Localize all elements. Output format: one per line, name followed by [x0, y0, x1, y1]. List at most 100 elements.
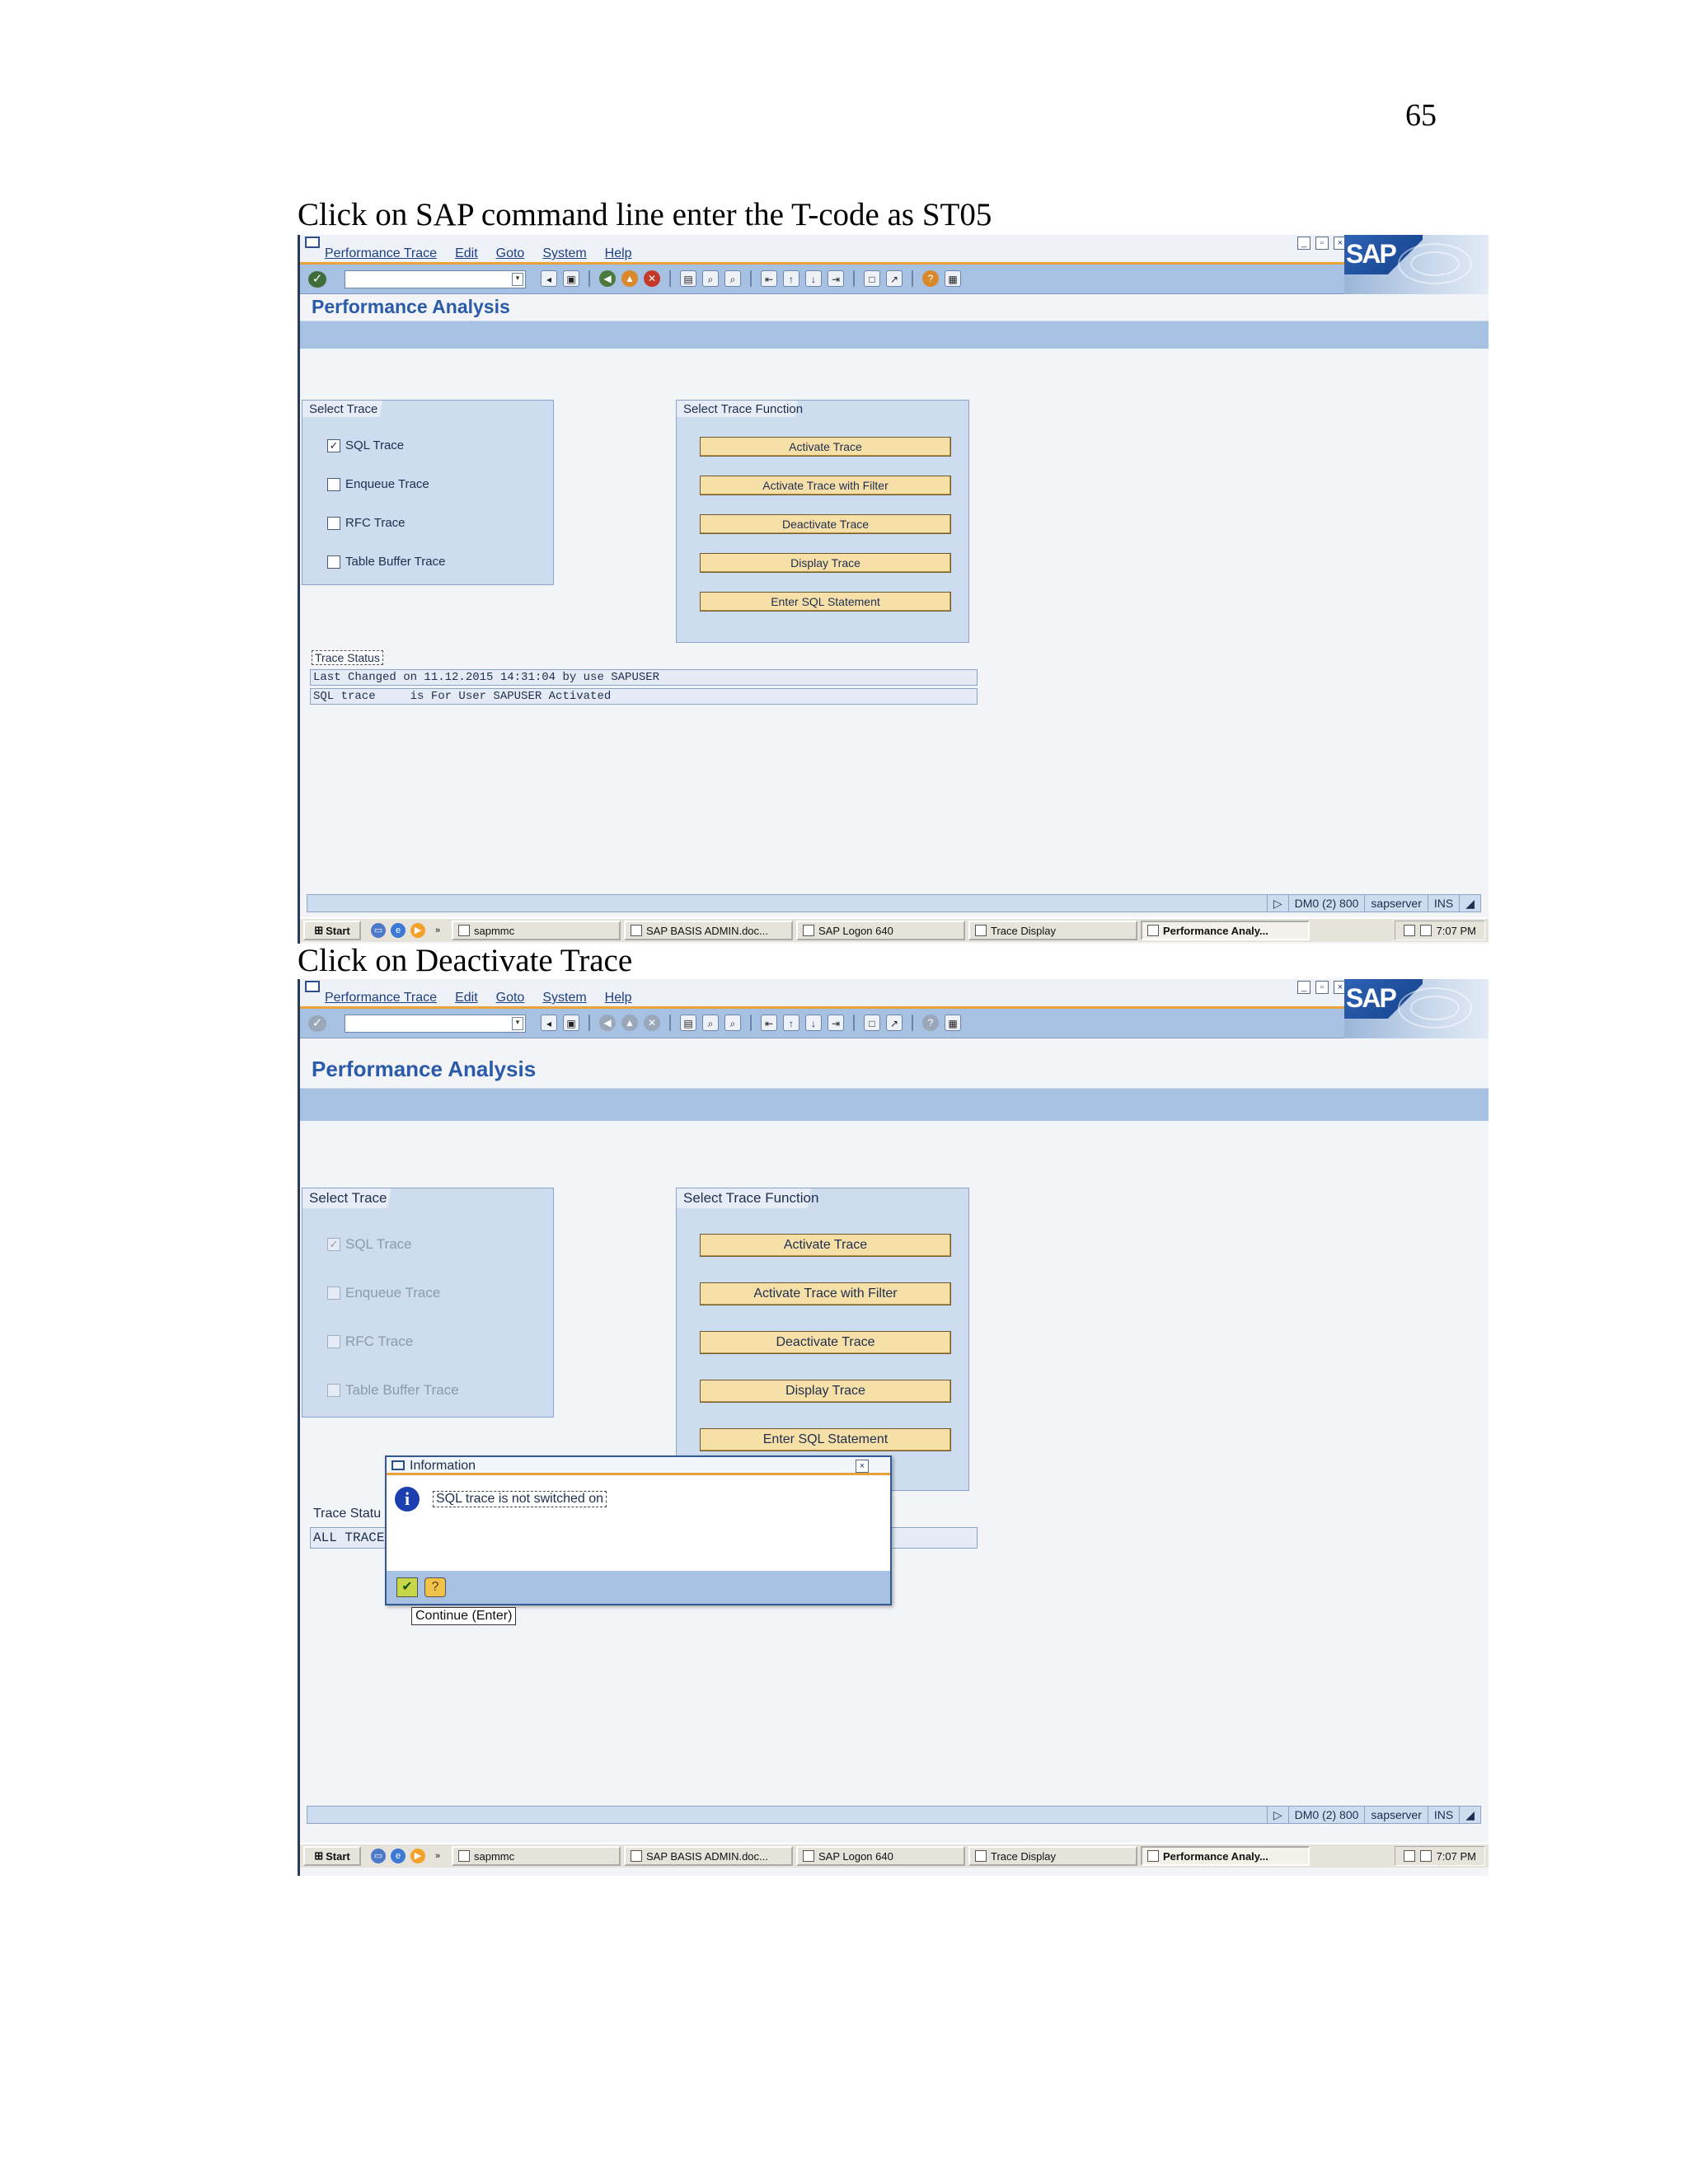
- help-icon[interactable]: ?: [424, 1577, 446, 1597]
- chevron-icon[interactable]: »: [430, 923, 445, 938]
- menu-help[interactable]: Help: [605, 246, 632, 261]
- expand-status-icon[interactable]: ▷: [1266, 1807, 1288, 1823]
- task-sapmmc[interactable]: sapmmc: [452, 921, 621, 940]
- media-player-icon[interactable]: ▶: [410, 923, 425, 938]
- menu-goto[interactable]: Goto: [496, 991, 525, 1005]
- close-icon[interactable]: ×: [856, 1460, 869, 1473]
- print-icon[interactable]: ▤: [680, 1015, 696, 1031]
- activate-trace-with-filter-button[interactable]: Activate Trace with Filter: [700, 1282, 951, 1305]
- find-icon[interactable]: ⌕: [702, 270, 719, 287]
- checkbox[interactable]: [327, 477, 340, 491]
- task-sapmmc[interactable]: sapmmc: [452, 1846, 621, 1866]
- command-field[interactable]: ▾: [345, 1015, 526, 1033]
- collapse-icon[interactable]: ◂: [541, 1015, 557, 1031]
- collapse-icon[interactable]: ◂: [541, 270, 557, 287]
- next-page-icon[interactable]: ↓: [805, 270, 822, 287]
- task-performance-analysis[interactable]: Performance Analy...: [1141, 921, 1310, 940]
- menu-system[interactable]: System: [542, 991, 586, 1005]
- create-session-icon[interactable]: □: [864, 1015, 880, 1031]
- task-word-doc[interactable]: SAP BASIS ADMIN.doc...: [624, 921, 793, 940]
- maximize-icon[interactable]: ▫: [1315, 237, 1329, 250]
- menu-system[interactable]: System: [542, 246, 586, 261]
- activate-trace-with-filter-button[interactable]: Activate Trace with Filter: [700, 476, 951, 495]
- menu-performance-trace[interactable]: Performance Trace: [325, 246, 437, 261]
- internet-explorer-icon[interactable]: e: [391, 1849, 406, 1863]
- menu-goto[interactable]: Goto: [496, 246, 525, 261]
- layout-menu-icon[interactable]: ▦: [945, 1015, 961, 1031]
- cancel-icon[interactable]: ✕: [644, 270, 660, 287]
- tray-icon[interactable]: [1403, 1850, 1415, 1862]
- activate-trace-button[interactable]: Activate Trace: [700, 437, 951, 457]
- checkbox[interactable]: ✓: [327, 438, 340, 452]
- network-icon[interactable]: [1419, 1850, 1432, 1862]
- help-icon[interactable]: ?: [922, 1015, 939, 1031]
- menu-performance-trace[interactable]: Performance Trace: [325, 991, 437, 1005]
- last-page-icon[interactable]: ⇥: [828, 1015, 844, 1031]
- previous-page-icon[interactable]: ↑: [783, 270, 799, 287]
- command-field[interactable]: ▾: [345, 270, 526, 288]
- expand-status-icon[interactable]: ▷: [1266, 895, 1288, 912]
- find-next-icon[interactable]: ⌕: [724, 270, 741, 287]
- exit-icon[interactable]: ▲: [621, 270, 638, 287]
- menu-help[interactable]: Help: [605, 991, 632, 1005]
- help-icon[interactable]: ?: [922, 270, 939, 287]
- start-button[interactable]: ⊞ Start: [303, 1846, 361, 1866]
- command-dropdown-icon[interactable]: ▾: [512, 1017, 523, 1030]
- window-icon[interactable]: [305, 237, 320, 248]
- start-button[interactable]: ⊞ Start: [303, 921, 361, 940]
- display-trace-button[interactable]: Display Trace: [700, 1380, 951, 1403]
- chevron-icon[interactable]: »: [430, 1849, 445, 1863]
- enter-sql-statement-button[interactable]: Enter SQL Statement: [700, 1428, 951, 1451]
- continue-button[interactable]: ✔: [396, 1577, 418, 1597]
- layout-menu-icon[interactable]: ▦: [945, 270, 961, 287]
- checkbox[interactable]: [327, 555, 340, 569]
- checkbox[interactable]: [327, 516, 340, 530]
- task-trace-display[interactable]: Trace Display: [968, 1846, 1137, 1866]
- enter-sql-statement-button[interactable]: Enter SQL Statement: [700, 592, 951, 612]
- find-icon[interactable]: ⌕: [702, 1015, 719, 1031]
- tray-icon[interactable]: [1403, 925, 1415, 936]
- back-icon[interactable]: ◀: [599, 1015, 616, 1031]
- command-dropdown-icon[interactable]: ▾: [512, 273, 523, 286]
- save-icon[interactable]: ▣: [563, 270, 579, 287]
- save-icon[interactable]: ▣: [563, 1015, 579, 1031]
- window-icon[interactable]: [305, 981, 320, 992]
- network-icon[interactable]: [1419, 925, 1432, 936]
- next-page-icon[interactable]: ↓: [805, 1015, 822, 1031]
- desktop-icon[interactable]: ▭: [371, 923, 386, 938]
- sql-trace-option[interactable]: ✓ SQL Trace: [327, 438, 404, 452]
- last-page-icon[interactable]: ⇥: [828, 270, 844, 287]
- maximize-icon[interactable]: ▫: [1315, 981, 1329, 994]
- display-trace-button[interactable]: Display Trace: [700, 553, 951, 573]
- activate-trace-button[interactable]: Activate Trace: [700, 1234, 951, 1257]
- find-next-icon[interactable]: ⌕: [724, 1015, 741, 1031]
- enqueue-trace-option[interactable]: Enqueue Trace: [327, 477, 429, 491]
- rfc-trace-option[interactable]: RFC Trace: [327, 516, 406, 530]
- enter-icon[interactable]: ✓: [308, 271, 326, 288]
- resize-grip-icon[interactable]: ◢: [1459, 1807, 1480, 1823]
- back-icon[interactable]: ◀: [599, 270, 616, 287]
- task-performance-analysis[interactable]: Performance Analy...: [1141, 1846, 1310, 1866]
- minimize-icon[interactable]: _: [1297, 237, 1311, 250]
- create-session-icon[interactable]: □: [864, 270, 880, 287]
- first-page-icon[interactable]: ⇤: [761, 1015, 777, 1031]
- task-sap-logon[interactable]: SAP Logon 640: [796, 921, 965, 940]
- menu-edit[interactable]: Edit: [455, 246, 478, 261]
- print-icon[interactable]: ▤: [680, 270, 696, 287]
- shortcut-icon[interactable]: ↗: [886, 1015, 903, 1031]
- exit-icon[interactable]: ▲: [621, 1015, 638, 1031]
- deactivate-trace-button[interactable]: Deactivate Trace: [700, 1331, 951, 1354]
- deactivate-trace-button[interactable]: Deactivate Trace: [700, 514, 951, 534]
- task-sap-logon[interactable]: SAP Logon 640: [796, 1846, 965, 1866]
- previous-page-icon[interactable]: ↑: [783, 1015, 799, 1031]
- internet-explorer-icon[interactable]: e: [391, 923, 406, 938]
- table-buffer-trace-option[interactable]: Table Buffer Trace: [327, 555, 445, 569]
- task-word-doc[interactable]: SAP BASIS ADMIN.doc...: [624, 1846, 793, 1866]
- desktop-icon[interactable]: ▭: [371, 1849, 386, 1863]
- shortcut-icon[interactable]: ↗: [886, 270, 903, 287]
- cancel-icon[interactable]: ✕: [644, 1015, 660, 1031]
- first-page-icon[interactable]: ⇤: [761, 270, 777, 287]
- resize-grip-icon[interactable]: ◢: [1459, 895, 1480, 912]
- media-player-icon[interactable]: ▶: [410, 1849, 425, 1863]
- enter-icon[interactable]: ✓: [308, 1015, 326, 1032]
